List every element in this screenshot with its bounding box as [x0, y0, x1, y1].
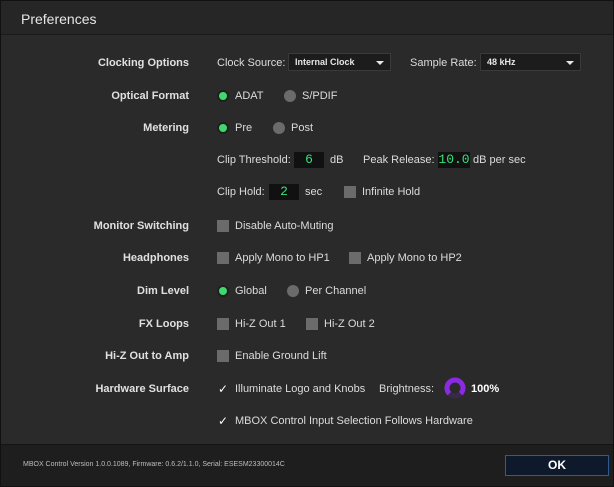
dim-level-label: Dim Level — [137, 285, 189, 297]
illuminate-checkbox[interactable]: ✓ — [217, 383, 229, 395]
infinite-hold-checkbox[interactable] — [344, 186, 356, 198]
peak-release-input[interactable]: 10.0 — [438, 152, 470, 168]
clip-threshold-unit: dB — [330, 154, 344, 166]
clip-hold-label: Clip Hold: — [217, 186, 265, 198]
pre-label: Pre — [235, 122, 253, 134]
global-label: Global — [235, 285, 267, 297]
sample-rate-value: 48 kHz — [487, 57, 516, 67]
monitor-switching-label: Monitor Switching — [93, 220, 189, 232]
hiz-amp-label: Hi-Z Out to Amp — [105, 350, 189, 362]
preferences-window: Preferences Clocking Options Clock Sourc… — [0, 0, 614, 487]
optical-format-label: Optical Format — [111, 90, 189, 102]
follow-hardware-label: MBOX Control Input Selection Follows Har… — [235, 415, 473, 427]
ground-lift-checkbox[interactable] — [217, 350, 229, 362]
disable-auto-muting-checkbox[interactable] — [217, 220, 229, 232]
radio-adat[interactable] — [217, 90, 229, 102]
sample-rate-label: Sample Rate: — [410, 57, 477, 69]
clip-hold-input[interactable]: 2 — [269, 184, 299, 200]
fx-loops-label: FX Loops — [138, 318, 189, 330]
mono-hp1-checkbox[interactable] — [217, 252, 229, 264]
mono-hp2-label: Apply Mono to HP2 — [367, 252, 462, 264]
clip-threshold-label: Clip Threshold: — [217, 154, 291, 166]
clip-threshold-input[interactable]: 6 — [294, 152, 324, 168]
hardware-surface-label: Hardware Surface — [95, 383, 189, 395]
ok-button[interactable]: OK — [505, 455, 609, 476]
metering-label: Metering — [143, 122, 189, 134]
peak-release-label: Peak Release: — [363, 154, 435, 166]
title-bar: Preferences — [1, 1, 613, 35]
radio-global[interactable] — [217, 285, 229, 297]
disable-auto-muting-label: Disable Auto-Muting — [235, 220, 334, 232]
radio-spdif[interactable] — [284, 90, 296, 102]
clock-source-label: Clock Source: — [217, 57, 286, 69]
brightness-label: Brightness: — [379, 383, 435, 395]
window-title: Preferences — [21, 11, 97, 27]
hiz-out1-checkbox[interactable] — [217, 318, 229, 330]
mono-hp1-label: Apply Mono to HP1 — [235, 252, 330, 264]
headphones-label: Headphones — [122, 252, 189, 264]
radio-post[interactable] — [273, 122, 285, 134]
spdif-label: S/PDIF — [302, 90, 338, 102]
clock-source-select[interactable]: Internal Clock — [288, 53, 391, 71]
hiz-out2-checkbox[interactable] — [306, 318, 318, 330]
hiz-out1-label: Hi-Z Out 1 — [235, 318, 286, 330]
ground-lift-label: Enable Ground Lift — [235, 350, 327, 362]
version-info: MBOX Control Version 1.0.0.1089, Firmwar… — [23, 461, 285, 468]
sample-rate-select[interactable]: 48 kHz — [480, 53, 581, 71]
peak-release-unit: dB per sec — [473, 154, 526, 166]
illuminate-label: Illuminate Logo and Knobs — [235, 383, 366, 395]
chevron-down-icon — [376, 61, 384, 65]
follow-hardware-checkbox[interactable]: ✓ — [217, 415, 229, 427]
per-channel-label: Per Channel — [305, 285, 367, 297]
infinite-hold-label: Infinite Hold — [362, 186, 421, 198]
radio-per-channel[interactable] — [287, 285, 299, 297]
hiz-out2-label: Hi-Z Out 2 — [324, 318, 375, 330]
post-label: Post — [291, 122, 314, 134]
brightness-knob-icon[interactable] — [443, 376, 467, 400]
brightness-value: 100% — [471, 383, 500, 395]
chevron-down-icon — [566, 61, 574, 65]
mono-hp2-checkbox[interactable] — [349, 252, 361, 264]
clock-source-value: Internal Clock — [295, 57, 355, 67]
clip-hold-unit: sec — [305, 186, 323, 198]
adat-label: ADAT — [235, 90, 264, 102]
radio-pre[interactable] — [217, 122, 229, 134]
clocking-options-label: Clocking Options — [97, 57, 189, 69]
